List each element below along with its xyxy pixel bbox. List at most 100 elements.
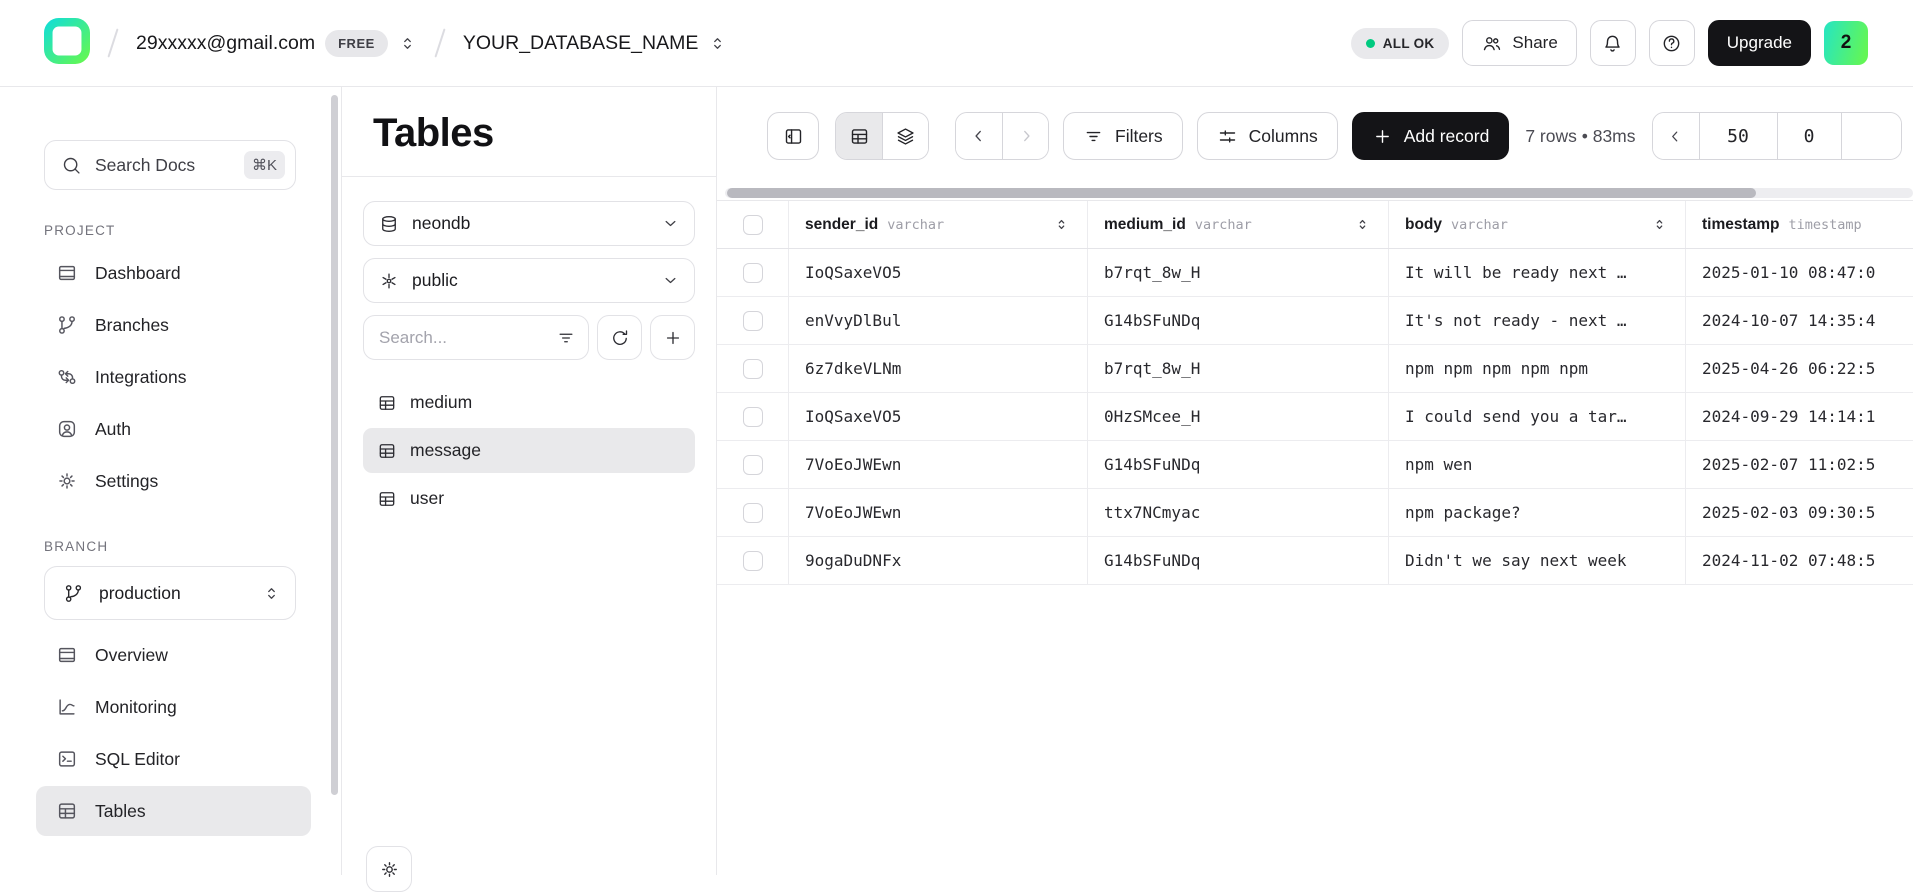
sidebar-scrollbar[interactable] [331,95,338,795]
share-button[interactable]: Share [1462,20,1576,66]
cell-medium-id[interactable]: 0HzSMcee_H [1088,393,1389,440]
upgrade-button[interactable]: Upgrade [1708,20,1811,66]
add-table-button[interactable] [650,315,695,360]
cell-sender-id[interactable]: 9ogaDuDNFx [789,537,1088,584]
sort-icon[interactable] [1650,215,1669,234]
back-button[interactable] [956,113,1002,159]
sidebar-item[interactable]: Auth [36,404,311,454]
help-button[interactable] [1649,20,1695,66]
notifications-button[interactable] [1590,20,1636,66]
table-row[interactable]: 6z7dkeVLNm b7rqt_8w_H npm npm npm npm np… [717,345,1913,393]
chevrons-up-down-icon[interactable] [708,34,727,53]
row-checkbox[interactable] [743,263,763,283]
add-record-button[interactable]: Add record [1352,112,1510,160]
cell-sender-id[interactable]: enVvyDlBul [789,297,1088,344]
refresh-button[interactable] [597,315,642,360]
cell-body[interactable]: npm wen [1389,441,1686,488]
cell-medium-id[interactable]: b7rqt_8w_H [1088,249,1389,296]
horizontal-scrollbar[interactable] [725,188,1913,198]
cell-body[interactable]: It's not ready - next … [1389,297,1686,344]
sidebar-item[interactable]: Monitoring [36,682,311,732]
breadcrumb-database[interactable]: YOUR_DATABASE_NAME [463,32,728,55]
panel-settings-button[interactable] [366,846,412,892]
neon-logo[interactable] [44,18,90,69]
page-size[interactable]: 50 [1699,113,1777,159]
cell-sender-id[interactable]: 7VoEoJWEwn [789,489,1088,536]
filters-button[interactable]: Filters [1063,112,1183,160]
table-row[interactable]: 7VoEoJWEwn G14bSFuNDq npm wen 2025-02-07… [717,441,1913,489]
sidebar-item[interactable]: Branches [36,300,311,350]
table-row[interactable]: 7VoEoJWEwn ttx7NCmyac npm package? 2025-… [717,489,1913,537]
table-list-item[interactable]: message [363,428,695,473]
sort-icon[interactable] [1353,215,1372,234]
table-row[interactable]: IoQSaxeVO5 0HzSMcee_H I could send you a… [717,393,1913,441]
table-row[interactable]: 9ogaDuDNFx G14bSFuNDq Didn't we say next… [717,537,1913,585]
breadcrumb-org[interactable]: 29xxxxx@gmail.com FREE [136,30,417,57]
cell-body[interactable]: npm package? [1389,489,1686,536]
row-checkbox[interactable] [743,359,763,379]
column-header[interactable]: medium_id varchar [1088,201,1389,248]
chevrons-up-down-icon[interactable] [398,34,417,53]
table-list-item-label: user [410,488,444,509]
row-checkbox[interactable] [743,455,763,475]
cell-medium-id[interactable]: b7rqt_8w_H [1088,345,1389,392]
cell-timestamp[interactable]: 2024-10-07 14:35:4 [1686,297,1913,344]
row-checkbox[interactable] [743,503,763,523]
table-list-item-label: medium [410,392,472,413]
cell-timestamp[interactable]: 2025-02-03 09:30:5 [1686,489,1913,536]
columns-button[interactable]: Columns [1197,112,1338,160]
sidebar-item[interactable]: Integrations [36,352,311,402]
table-row[interactable]: IoQSaxeVO5 b7rqt_8w_H It will be ready n… [717,249,1913,297]
forward-button[interactable] [1002,113,1048,159]
sidebar-item[interactable]: SQL Editor [36,734,311,784]
notification-count-badge[interactable]: 2 [1824,21,1868,65]
sort-icon[interactable] [1052,215,1071,234]
sidebar-item[interactable]: Overview [36,630,311,680]
filter-icon[interactable] [556,328,576,348]
cell-sender-id[interactable]: 7VoEoJWEwn [789,441,1088,488]
cell-sender-id[interactable]: IoQSaxeVO5 [789,393,1088,440]
cell-timestamp[interactable]: 2024-09-29 14:14:1 [1686,393,1913,440]
table-list-item[interactable]: user [363,476,695,521]
select-all-checkbox[interactable] [743,215,763,235]
page-back-button[interactable] [1653,113,1699,159]
cell-body[interactable]: It will be ready next … [1389,249,1686,296]
sidebar-item[interactable]: Tables [36,786,311,836]
column-header[interactable]: sender_id varchar [789,201,1088,248]
cell-body[interactable]: I could send you a tar… [1389,393,1686,440]
layers-view-button[interactable] [882,113,928,159]
page-next-cell[interactable] [1841,113,1901,159]
cell-medium-id[interactable]: G14bSFuNDq [1088,537,1389,584]
cell-medium-id[interactable]: G14bSFuNDq [1088,297,1389,344]
column-header[interactable]: body varchar [1389,201,1686,248]
sidebar-item[interactable]: Dashboard [36,248,311,298]
collapse-panel-button[interactable] [767,112,819,160]
row-checkbox[interactable] [743,311,763,331]
status-badge[interactable]: ALL OK [1351,28,1450,59]
table-search-input[interactable] [379,328,556,348]
schema-selector[interactable]: public [363,258,695,303]
database-selector[interactable]: neondb [363,201,695,246]
cell-body[interactable]: Didn't we say next week [1389,537,1686,584]
cell-timestamp[interactable]: 2025-02-07 11:02:5 [1686,441,1913,488]
cell-timestamp[interactable]: 2025-04-26 06:22:5 [1686,345,1913,392]
branch-selector[interactable]: production [44,566,296,620]
table-list-item[interactable]: medium [363,380,695,425]
notification-count: 2 [1841,32,1852,54]
row-checkbox[interactable] [743,551,763,571]
page-offset[interactable]: 0 [1777,113,1841,159]
cell-timestamp[interactable]: 2024-11-02 07:48:5 [1686,537,1913,584]
cell-sender-id[interactable]: IoQSaxeVO5 [789,249,1088,296]
cell-timestamp[interactable]: 2025-01-10 08:47:0 [1686,249,1913,296]
row-checkbox[interactable] [743,407,763,427]
sidebar-item[interactable]: Settings [36,456,311,506]
cell-medium-id[interactable]: G14bSFuNDq [1088,441,1389,488]
cell-sender-id[interactable]: 6z7dkeVLNm [789,345,1088,392]
table-view-button[interactable] [836,113,882,159]
scrollbar-thumb[interactable] [727,188,1756,198]
column-header[interactable]: timestamp timestamp [1686,201,1913,248]
cell-medium-id[interactable]: ttx7NCmyac [1088,489,1389,536]
search-docs-input[interactable]: Search Docs ⌘K [44,140,296,190]
cell-body[interactable]: npm npm npm npm npm [1389,345,1686,392]
table-row[interactable]: enVvyDlBul G14bSFuNDq It's not ready - n… [717,297,1913,345]
